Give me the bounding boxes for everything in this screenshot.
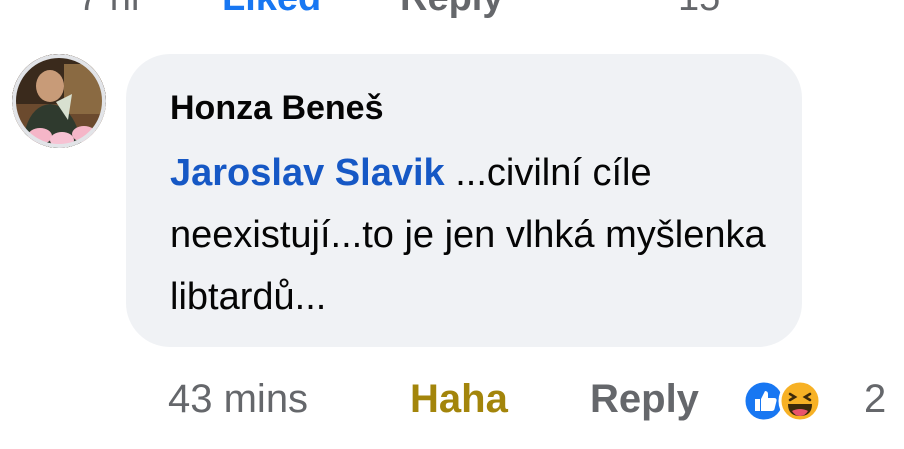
comment-author[interactable]: Honza Beneš (170, 88, 384, 128)
haha-reaction-button[interactable]: Haha (410, 374, 508, 424)
mention-link[interactable]: Jaroslav Slavik (170, 152, 445, 194)
haha-icon (778, 379, 822, 423)
previous-like-button[interactable]: Liked (222, 0, 321, 18)
user-avatar[interactable] (12, 54, 106, 148)
previous-reaction-count: 15 (678, 0, 720, 18)
comment-actions: 43 mins Haha Reply 2 (0, 374, 904, 424)
previous-comment-time: 7 hr (78, 0, 143, 18)
comment-text: Jaroslav Slavik ...civilní cíle neexistu… (170, 142, 770, 328)
comment-bubble: Honza Beneš Jaroslav Slavik ...civilní c… (126, 54, 802, 347)
reaction-count: 2 (864, 377, 887, 421)
previous-comment-actions: 7 hr Liked Reply 15 (0, 0, 904, 18)
like-icon (742, 379, 786, 423)
previous-reply-button[interactable]: Reply (400, 0, 503, 18)
comment-thread: 7 hr Liked Reply 15 (0, 0, 904, 449)
reply-button[interactable]: Reply (590, 374, 699, 424)
comment-timestamp[interactable]: 43 mins (168, 374, 308, 424)
reaction-summary[interactable] (742, 378, 842, 424)
